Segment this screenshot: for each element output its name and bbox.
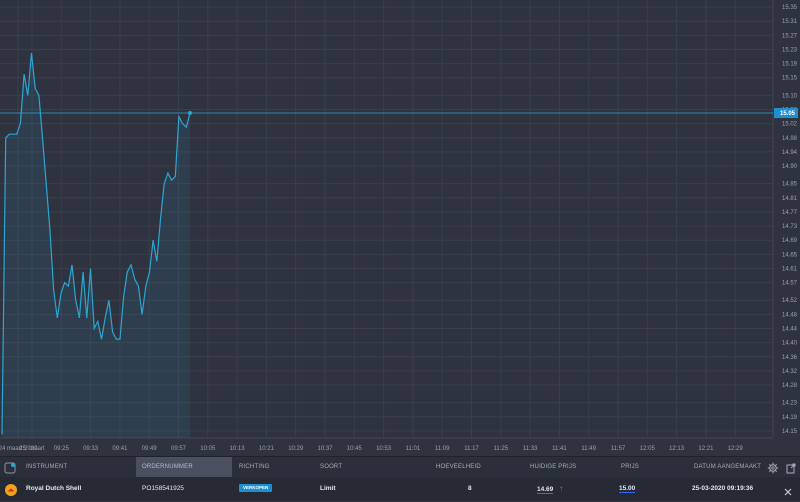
col-instrument[interactable]: INSTRUMENT [26, 457, 67, 477]
row-richting: VERKOPEN [239, 477, 273, 501]
y-tick-label: 15.27 [782, 33, 798, 39]
y-tick-label: 14.19 [782, 415, 798, 421]
y-tick-label: 14.90 [782, 164, 798, 170]
y-tick-label: 14.94 [782, 150, 798, 156]
x-tick-label: 09:33 [83, 446, 99, 452]
y-tick-label: 14.15 [782, 429, 798, 435]
y-tick-label: 14.57 [782, 281, 798, 287]
x-tick-label: 09:41 [112, 446, 128, 452]
x-tick-label: 11:25 [494, 446, 509, 452]
x-tick-label: 11:09 [435, 446, 450, 452]
x-tick-label: 11:01 [406, 446, 421, 452]
y-tick-label: 14.69 [782, 238, 798, 244]
y-tick-label: 14.73 [782, 224, 798, 230]
y-tick-label: 14.61 [782, 266, 798, 272]
x-tick-label: 10:13 [230, 446, 246, 452]
x-tick-label: 12:05 [640, 446, 656, 452]
current-price-marker [188, 111, 192, 116]
table-row[interactable]: Royal Dutch Shell PO158541925 VERKOPEN L… [0, 477, 800, 501]
y-tick-label: 14.98 [782, 136, 798, 142]
y-tick-label: 14.32 [782, 369, 798, 375]
table-header: INSTRUMENT ORDERNUMMER RICHTING SOORT HO… [0, 457, 800, 478]
y-tick-label: 14.40 [782, 341, 798, 347]
row-ordernummer: PO158541925 [142, 485, 184, 492]
y-tick-label: 14.77 [782, 210, 798, 216]
arrow-up-icon: ↑ [559, 484, 564, 493]
y-tick-label: 14.65 [782, 252, 798, 258]
x-tick-label: 10:21 [259, 446, 275, 452]
x-tick-label: 12:13 [669, 446, 685, 452]
y-tick-label: 15.23 [782, 47, 798, 53]
y-tick-label: 15.19 [782, 62, 798, 68]
close-icon[interactable] [783, 484, 793, 502]
x-tick-label: 09:25 [54, 446, 70, 452]
x-tick-label: 12:29 [728, 446, 744, 452]
y-tick-label: 14.52 [782, 298, 798, 304]
x-tick-label: 10:29 [288, 446, 304, 452]
x-tick-label: 25. maart [19, 446, 45, 452]
orders-table: INSTRUMENT ORDERNUMMER RICHTING SOORT HO… [0, 456, 800, 501]
col-huidige-prijs[interactable]: HUIDIGE PRIJS [530, 457, 576, 477]
y-tick-label: 15.02 [782, 122, 798, 128]
row-huidige-prijs: 14.69 ↑ [537, 477, 563, 501]
x-tick-label: 11:33 [523, 446, 538, 452]
price-area [2, 53, 190, 438]
price-chart-svg[interactable]: 15.3515.3115.2715.2315.1915.1515.1015.06… [0, 0, 800, 456]
shell-logo-icon [5, 483, 17, 501]
y-tick-label: 14.81 [782, 196, 798, 202]
limit-price-value: 15.00 [619, 485, 636, 493]
direction-badge: VERKOPEN [239, 484, 273, 493]
y-tick-label: 14.48 [782, 312, 798, 318]
y-tick-label: 15.35 [782, 5, 798, 11]
price-chart[interactable]: 15.3515.3115.2715.2315.1915.1515.1015.06… [0, 0, 800, 456]
col-hoeveelheid[interactable]: HOEVEELHEID [436, 457, 481, 477]
row-hoeveelheid: 8 [468, 485, 472, 492]
y-tick-label: 14.44 [782, 327, 798, 333]
x-tick-label: 11:17 [464, 446, 479, 452]
col-datum-aangemaakt[interactable]: DATUM AANGEMAAKT [694, 457, 761, 477]
x-tick-label: 12:21 [698, 446, 714, 452]
col-ordernummer[interactable]: ORDERNUMMER [136, 457, 232, 477]
y-tick-label: 14.85 [782, 182, 798, 188]
current-price-value: 14.69 [537, 486, 554, 494]
col-richting[interactable]: RICHTING [239, 457, 270, 477]
y-tick-label: 14.36 [782, 355, 798, 361]
current-price-badge-text: 15.05 [780, 111, 796, 117]
y-tick-label: 15.31 [782, 19, 798, 25]
row-soort: Limit [320, 485, 336, 492]
y-tick-label: 15.15 [782, 76, 798, 82]
x-tick-label: 11:57 [611, 446, 626, 452]
x-tick-label: 09:57 [171, 446, 187, 452]
x-tick-label: 10:05 [200, 446, 216, 452]
y-tick-label: 15.10 [782, 93, 798, 99]
row-prijs: 15.00 [619, 477, 636, 501]
x-tick-label: 10:53 [376, 446, 392, 452]
col-prijs[interactable]: PRIJS [621, 457, 639, 477]
x-tick-label: 11:41 [552, 446, 567, 452]
x-tick-label: 11:49 [581, 446, 596, 452]
row-instrument: Royal Dutch Shell [26, 485, 82, 492]
y-tick-label: 14.28 [782, 383, 798, 389]
x-tick-label: 10:45 [347, 446, 363, 452]
x-tick-label: 09:49 [142, 446, 158, 452]
col-soort[interactable]: SOORT [320, 457, 342, 477]
row-datum: 25-03-2020 09:19:36 [692, 485, 754, 492]
x-tick-label: 10:37 [317, 446, 333, 452]
y-tick-label: 14.23 [782, 401, 798, 407]
